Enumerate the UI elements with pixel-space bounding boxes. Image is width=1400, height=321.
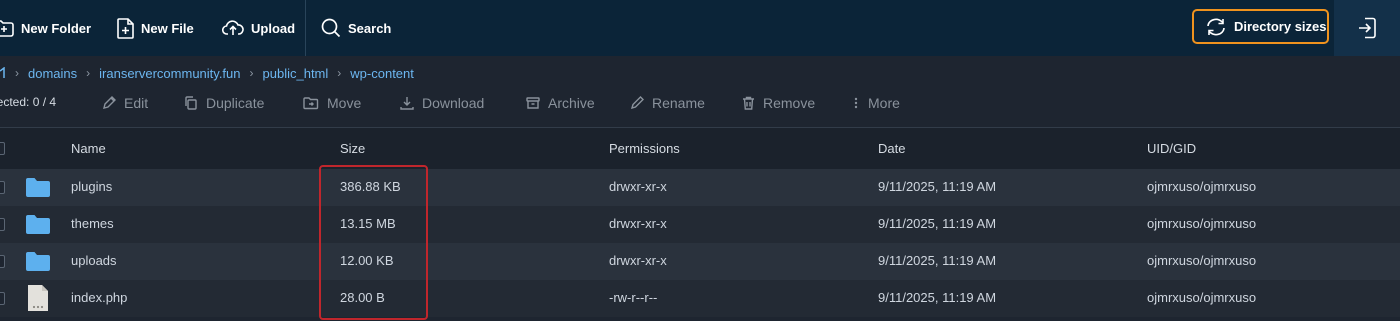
toolbar-divider <box>305 0 306 56</box>
column-header-size[interactable]: Size <box>340 141 365 156</box>
remove-label: Remove <box>763 95 816 111</box>
download-button[interactable]: Download <box>400 92 484 114</box>
directory-sizes-button[interactable]: Directory sizes <box>1192 9 1329 44</box>
table-row[interactable]: themes 13.15 MB drwxr-xr-x 9/11/2025, 11… <box>0 206 1400 243</box>
upload-label: Upload <box>251 20 296 36</box>
refresh-icon <box>1207 18 1225 35</box>
more-button[interactable]: More <box>852 92 900 114</box>
folder-icon <box>26 178 50 197</box>
search-button[interactable]: Search <box>321 0 391 56</box>
file-permissions: -rw-r--r-- <box>609 290 658 305</box>
directory-sizes-label: Directory sizes <box>1234 19 1327 34</box>
file-date: 9/11/2025, 11:19 AM <box>878 253 997 268</box>
table-row[interactable]: plugins 386.88 KB drwxr-xr-x 9/11/2025, … <box>0 169 1400 206</box>
file-name[interactable]: plugins <box>71 179 112 194</box>
size-column-highlight <box>319 165 428 320</box>
remove-button[interactable]: Remove <box>742 92 815 114</box>
edit-label: Edit <box>124 95 149 111</box>
selection-count: lected: 0 / 4 <box>0 95 57 109</box>
move-button[interactable]: Move <box>303 92 361 114</box>
file-date: 9/11/2025, 11:19 AM <box>878 179 997 194</box>
column-header-date[interactable]: Date <box>878 141 905 156</box>
trash-icon <box>743 96 754 110</box>
file-uid-gid: ojmrxuso/ojmrxuso <box>1147 253 1257 268</box>
table-header: Name Size Permissions Date UID/GID <box>0 127 1400 169</box>
archive-label: Archive <box>548 95 595 111</box>
duplicate-button[interactable]: Duplicate <box>184 92 264 114</box>
column-header-permissions[interactable]: Permissions <box>609 141 680 156</box>
top-toolbar: New Folder New File Upload Search Direct… <box>0 0 1400 56</box>
more-label: More <box>868 95 900 111</box>
upload-button[interactable]: Upload <box>222 0 295 56</box>
copy-icon <box>185 96 197 110</box>
file-name[interactable]: themes <box>71 216 114 231</box>
download-label: Download <box>422 95 485 111</box>
file-date: 9/11/2025, 11:19 AM <box>878 216 997 231</box>
archive-button[interactable]: Archive <box>526 92 595 114</box>
row-checkbox[interactable] <box>0 255 5 268</box>
new-folder-label: New Folder <box>21 20 92 36</box>
breadcrumb-item-domain[interactable]: iranservercommunity.fun <box>99 66 240 81</box>
breadcrumb: › domains › iranservercommunity.fun › pu… <box>0 62 414 84</box>
chevron-right-icon: › <box>15 66 19 80</box>
file-uid-gid: ojmrxuso/ojmrxuso <box>1147 216 1257 231</box>
row-checkbox[interactable] <box>0 181 5 194</box>
pencil-icon <box>103 96 116 109</box>
rename-label: Rename <box>652 95 705 111</box>
folder-move-icon <box>303 97 319 110</box>
new-folder-button[interactable]: New Folder <box>0 0 91 56</box>
folder-plus-icon <box>0 20 14 37</box>
action-bar: lected: 0 / 4 Edit Duplicate Move Downlo… <box>0 92 1400 114</box>
search-label: Search <box>348 20 392 36</box>
cloud-upload-icon <box>222 20 244 35</box>
new-file-button[interactable]: New File <box>117 0 194 56</box>
file-plus-icon <box>117 17 134 39</box>
home-icon <box>0 67 5 78</box>
table-row[interactable]: index.php 28.00 B -rw-r--r-- 9/11/2025, … <box>0 280 1400 317</box>
rename-button[interactable]: Rename <box>630 92 705 114</box>
more-vertical-icon <box>854 97 858 109</box>
logout-button[interactable] <box>1334 0 1400 56</box>
duplicate-label: Duplicate <box>206 95 265 111</box>
breadcrumb-item-public-html[interactable]: public_html <box>263 66 329 81</box>
archive-icon <box>526 97 540 109</box>
file-permissions: drwxr-xr-x <box>609 216 667 231</box>
file-uid-gid: ojmrxuso/ojmrxuso <box>1147 179 1257 194</box>
file-uid-gid: ojmrxuso/ojmrxuso <box>1147 290 1257 305</box>
edit-button[interactable]: Edit <box>102 92 148 114</box>
file-permissions: drwxr-xr-x <box>609 253 667 268</box>
row-checkbox[interactable] <box>0 218 5 231</box>
search-icon <box>321 18 341 38</box>
logout-icon <box>1359 17 1376 39</box>
move-label: Move <box>327 95 362 111</box>
file-permissions: drwxr-xr-x <box>609 179 667 194</box>
file-date: 9/11/2025, 11:19 AM <box>878 290 997 305</box>
table-row[interactable]: uploads 12.00 KB drwxr-xr-x 9/11/2025, 1… <box>0 243 1400 280</box>
folder-icon <box>26 215 50 234</box>
new-file-label: New File <box>141 20 194 36</box>
column-header-name[interactable]: Name <box>71 141 106 156</box>
folder-icon <box>26 252 50 271</box>
file-name[interactable]: index.php <box>71 290 127 305</box>
rename-icon <box>630 96 644 110</box>
select-all-checkbox[interactable] <box>0 142 5 155</box>
file-name[interactable]: uploads <box>71 253 117 268</box>
file-icon <box>28 285 48 311</box>
row-checkbox[interactable] <box>0 292 5 305</box>
download-icon <box>400 97 414 110</box>
breadcrumb-item-domains[interactable]: domains <box>28 66 77 81</box>
breadcrumb-item-wp-content[interactable]: wp-content <box>350 66 414 81</box>
chevron-right-icon: › <box>337 66 342 80</box>
column-header-uid-gid[interactable]: UID/GID <box>1147 141 1196 156</box>
chevron-right-icon: › <box>86 66 91 80</box>
chevron-right-icon: › <box>249 66 254 80</box>
